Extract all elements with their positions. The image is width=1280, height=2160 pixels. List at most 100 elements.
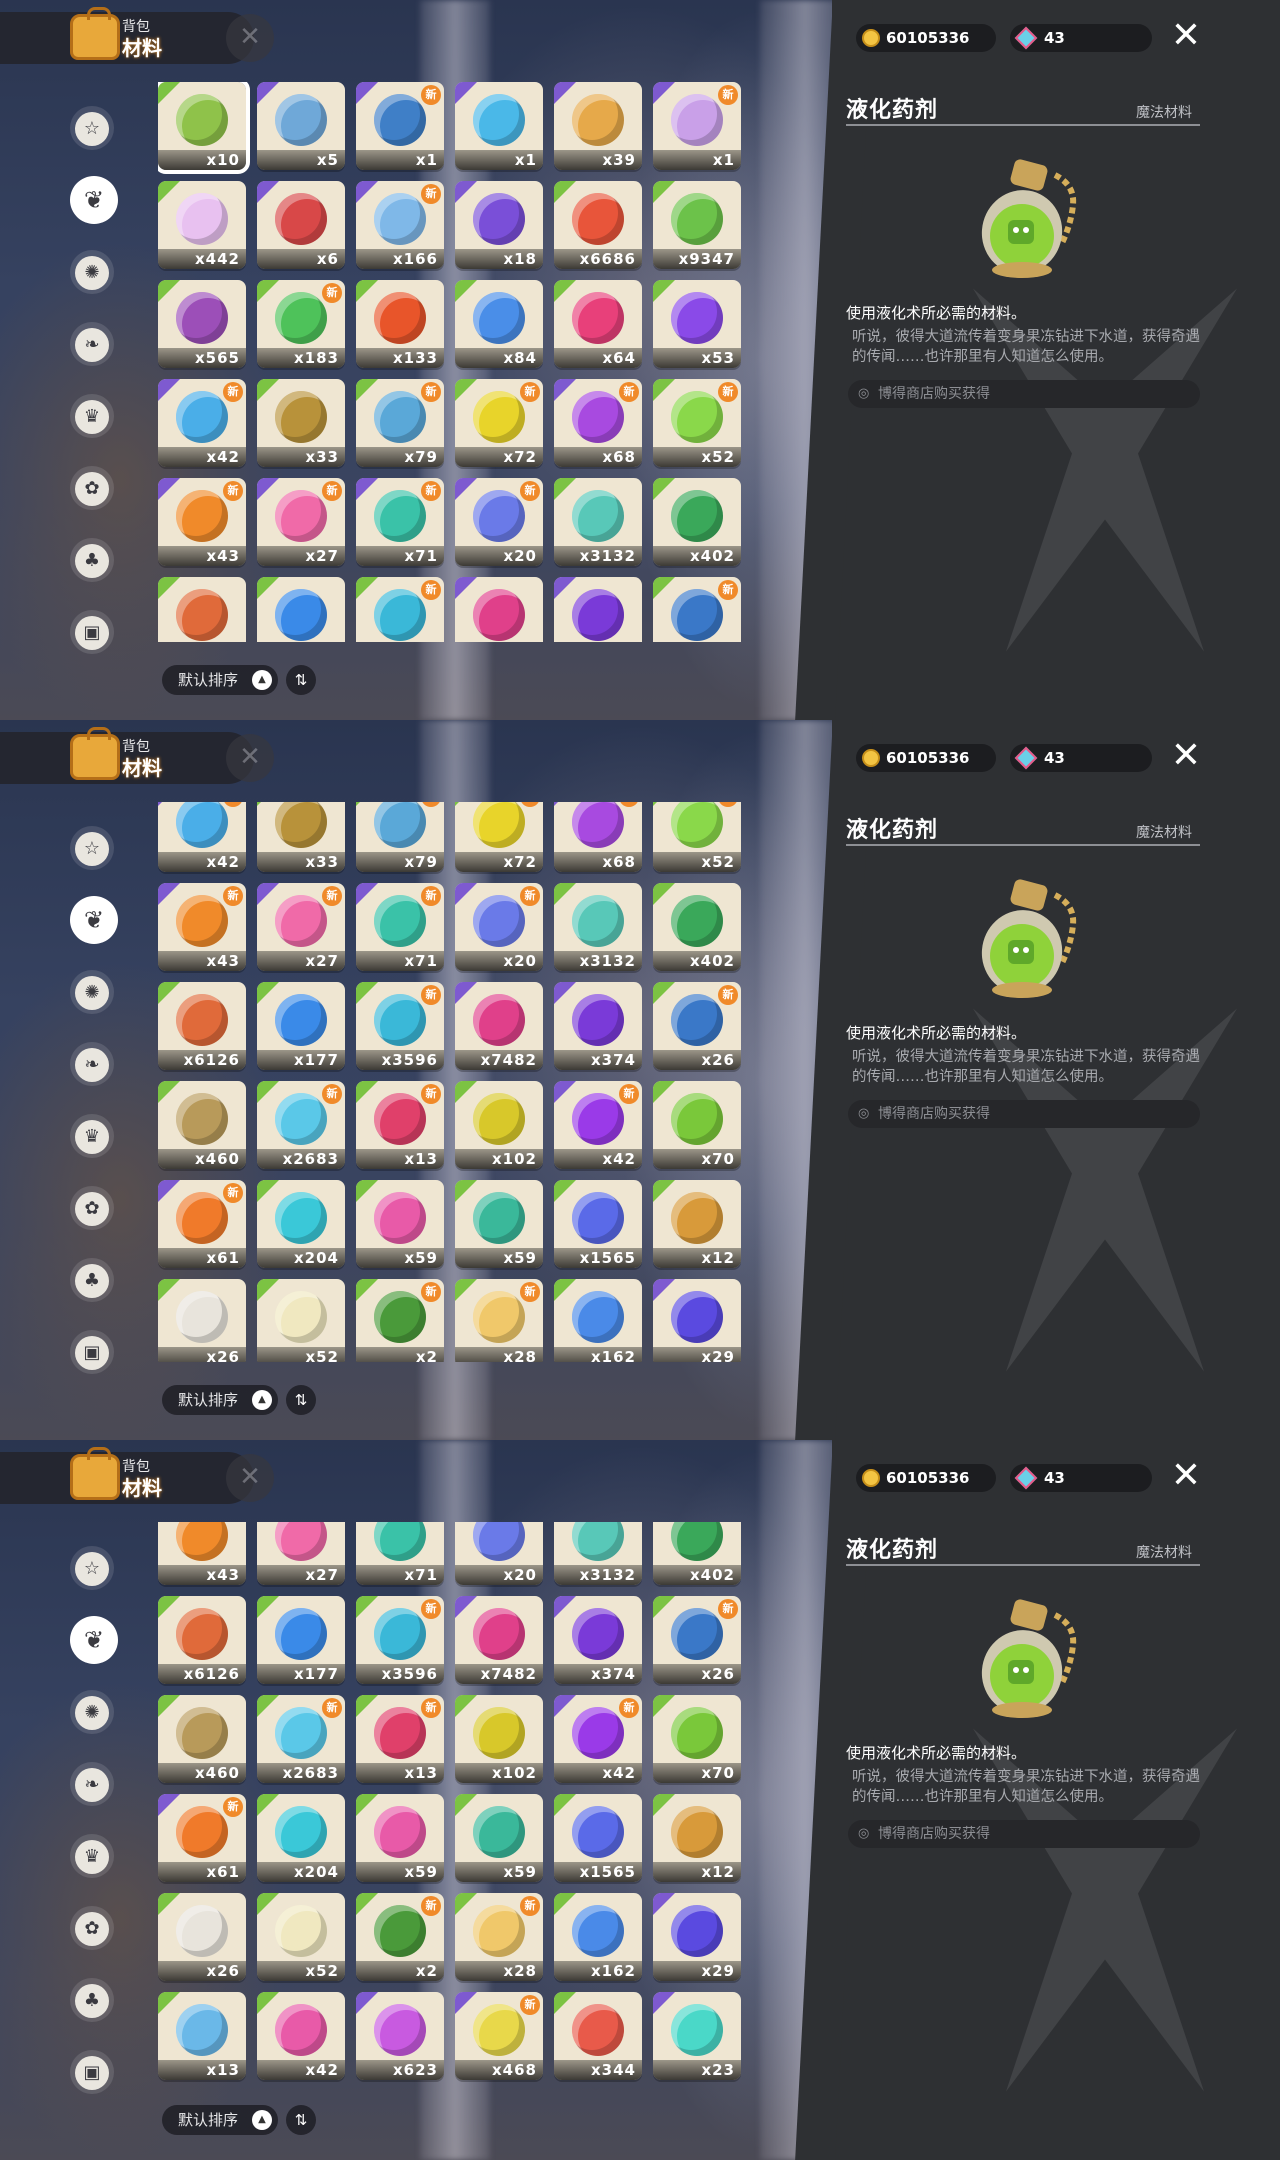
item-slot[interactable]: 新 x61 xyxy=(158,1794,246,1882)
item-slot[interactable]: x402 xyxy=(653,478,741,566)
item-slot[interactable]: x374 xyxy=(554,982,642,1070)
star-tab-icon[interactable]: ☆ xyxy=(70,826,114,870)
item-slot[interactable]: x84 xyxy=(455,280,543,368)
item-grid-viewport[interactable]: 新x43新x27新x71新x20x3132x402x6126x177新x3596… xyxy=(158,1522,758,2082)
item-slot[interactable]: 新 x2683 xyxy=(257,1695,345,1783)
acorn-tab-icon[interactable]: ♣ xyxy=(70,1258,114,1302)
item-slot[interactable]: 新 x183 xyxy=(257,280,345,368)
item-slot[interactable]: x26 xyxy=(158,1893,246,1981)
item-slot[interactable]: 新 x72 xyxy=(455,802,543,872)
item-slot[interactable]: 新x27 xyxy=(257,883,345,971)
item-slot[interactable]: 新x20 xyxy=(455,478,543,566)
item-slot[interactable]: x59 xyxy=(356,1180,444,1268)
item-slot[interactable]: 新 x3596 xyxy=(356,982,444,1070)
item-slot[interactable]: x204 xyxy=(257,1180,345,1268)
item-slot[interactable]: 新 x1 xyxy=(356,82,444,170)
item-slot[interactable]: x59 xyxy=(356,1794,444,1882)
item-slot[interactable]: x7482 xyxy=(455,982,543,1070)
item-slot[interactable]: 新 x166 xyxy=(356,181,444,269)
leaf-tab-icon[interactable]: ❦ xyxy=(70,896,118,944)
star-tab-icon[interactable]: ☆ xyxy=(70,1546,114,1590)
item-slot[interactable]: 新 x68 xyxy=(554,802,642,872)
item-slot[interactable]: 新 x26 xyxy=(653,1596,741,1684)
item-slot[interactable]: x26 xyxy=(158,1279,246,1362)
item-slot[interactable]: 新x71 xyxy=(356,1522,444,1585)
item-slot[interactable]: 新 x2 xyxy=(356,1893,444,1981)
item-slot[interactable]: 新 x3596 xyxy=(356,1596,444,1684)
acorn-tab-icon[interactable]: ♣ xyxy=(70,1978,114,2022)
item-slot[interactable]: 新 x28 xyxy=(455,1279,543,1362)
item-slot[interactable]: x3132 xyxy=(554,478,642,566)
item-slot[interactable]: 新 x68 xyxy=(554,379,642,467)
item-slot[interactable]: 新 x72 xyxy=(455,379,543,467)
next-category-icon[interactable]: ✕ xyxy=(226,1454,274,1502)
leaf-tab-icon[interactable]: ❦ xyxy=(70,1616,118,1664)
item-slot[interactable]: x177 xyxy=(257,982,345,1070)
close-icon[interactable]: ✕ xyxy=(1168,738,1204,774)
item-slot[interactable]: 新 x52 xyxy=(653,802,741,872)
item-slot[interactable]: x460 xyxy=(158,1695,246,1783)
item-slot[interactable]: x9347 xyxy=(653,181,741,269)
item-slot[interactable]: x42 xyxy=(257,1992,345,2080)
sort-button[interactable]: 默认排序 ▲ xyxy=(162,2105,278,2135)
item-slot[interactable]: x33 xyxy=(257,379,345,467)
item-slot[interactable]: 新 x42 xyxy=(554,1081,642,1169)
item-slot[interactable]: x13 xyxy=(158,1992,246,2080)
item-slot[interactable]: 新 x26 xyxy=(653,982,741,1070)
item-slot[interactable]: 新x20 xyxy=(455,1522,543,1585)
item-slot[interactable]: x39 xyxy=(554,82,642,170)
item-slot[interactable]: x7482 xyxy=(455,1596,543,1684)
plant-tab-icon[interactable]: ❧ xyxy=(70,1042,114,1086)
sparkle-tab-icon[interactable]: ✺ xyxy=(70,970,114,1014)
item-slot[interactable]: x344 xyxy=(554,1992,642,2080)
item-slot[interactable]: 新 x2683 xyxy=(257,1081,345,1169)
item-slot[interactable]: x1565 xyxy=(554,1794,642,1882)
item-slot[interactable]: x102 xyxy=(455,1081,543,1169)
item-slot[interactable]: x6686 xyxy=(554,181,642,269)
sort-direction-button[interactable]: ⇅ xyxy=(286,665,316,695)
item-slot[interactable]: 新 x2 xyxy=(356,1279,444,1362)
item-slot[interactable]: 新 x79 xyxy=(356,802,444,872)
item-slot[interactable]: x10 xyxy=(158,82,250,174)
item-slot[interactable]: 新x71 xyxy=(356,478,444,566)
item-slot[interactable]: x3132 xyxy=(554,883,642,971)
item-slot[interactable]: x59 xyxy=(455,1794,543,1882)
item-slot[interactable]: x52 xyxy=(257,1893,345,1981)
item-slot[interactable]: 新 x28 xyxy=(455,1893,543,1981)
item-slot[interactable]: x33 xyxy=(257,802,345,872)
item-slot[interactable]: 新x27 xyxy=(257,478,345,566)
flower-tab-icon[interactable]: ✿ xyxy=(70,1906,114,1950)
item-slot[interactable]: x162 xyxy=(554,1893,642,1981)
item-slot[interactable]: x204 xyxy=(257,1794,345,1882)
item-slot[interactable]: x402 xyxy=(653,883,741,971)
flower-tab-icon[interactable]: ✿ xyxy=(70,466,114,510)
sort-direction-button[interactable]: ⇅ xyxy=(286,1385,316,1415)
item-slot[interactable]: x6126 xyxy=(158,982,246,1070)
item-slot[interactable]: x6126 xyxy=(158,1596,246,1684)
item-grid-viewport[interactable]: x10 x5 新 x1 x1 x39 新 x1 x442 x6 新 x166 x18 x6686 x9347… xyxy=(158,82,758,642)
item-slot[interactable]: 新 x42 xyxy=(554,1695,642,1783)
item-slot[interactable]: x12 xyxy=(653,1794,741,1882)
item-slot[interactable]: 新 x468 xyxy=(455,1992,543,2080)
item-slot[interactable]: x70 xyxy=(653,1695,741,1783)
item-slot[interactable]: 新x43 xyxy=(158,1522,246,1585)
item-slot[interactable]: x18 xyxy=(455,181,543,269)
item-slot[interactable]: 新x43 xyxy=(158,883,246,971)
item-slot[interactable]: x52 xyxy=(257,1279,345,1362)
leaf-tab-icon[interactable]: ❦ xyxy=(70,176,118,224)
item-slot[interactable]: x7482 xyxy=(455,577,543,642)
chest-tab-icon[interactable]: ▣ xyxy=(70,1330,114,1374)
chest-tab-icon[interactable]: ▣ xyxy=(70,610,114,654)
item-slot[interactable]: x3132 xyxy=(554,1522,642,1585)
plant-tab-icon[interactable]: ❧ xyxy=(70,1762,114,1806)
item-slot[interactable]: x29 xyxy=(653,1279,741,1362)
item-slot[interactable]: 新x71 xyxy=(356,883,444,971)
item-slot[interactable]: x623 xyxy=(356,1992,444,2080)
sort-button[interactable]: 默认排序 ▲ xyxy=(162,665,278,695)
crown-tab-icon[interactable]: ♛ xyxy=(70,1114,114,1158)
item-slot[interactable]: x374 xyxy=(554,1596,642,1684)
item-slot[interactable]: 新 x61 xyxy=(158,1180,246,1268)
item-slot[interactable]: x5 xyxy=(257,82,345,170)
item-slot[interactable]: 新x27 xyxy=(257,1522,345,1585)
item-slot[interactable]: x29 xyxy=(653,1893,741,1981)
